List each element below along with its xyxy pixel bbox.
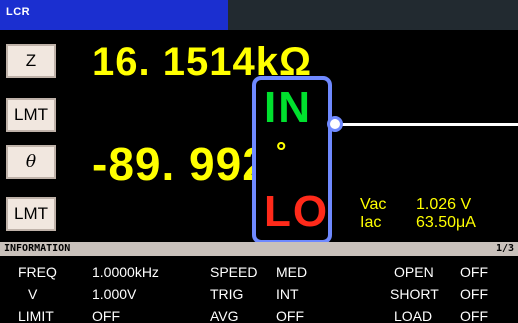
information-page-indicator[interactable]: 1/3	[496, 243, 514, 254]
info-value: INT	[276, 286, 299, 302]
info-label: AVG	[210, 308, 239, 323]
callout-line	[333, 123, 518, 126]
info-label: V	[28, 286, 38, 302]
param-z-button[interactable]: Z	[6, 44, 56, 78]
info-value: OFF	[276, 308, 304, 323]
title-bar-fill	[228, 0, 518, 30]
information-title: INFORMATION	[4, 243, 71, 254]
info-label: SHORT	[390, 286, 439, 302]
monitor-vac: Vac 1.026 V	[360, 196, 471, 214]
monitor-iac: Iac 63.50μA	[360, 214, 476, 232]
screen-title: LCR	[6, 6, 31, 18]
info-value: OFF	[460, 308, 488, 323]
limit-z-button[interactable]: LMT	[6, 98, 56, 132]
title-bar-accent	[0, 0, 228, 30]
info-label: LIMIT	[18, 308, 54, 323]
theta-unit: °	[276, 136, 287, 166]
info-value: OFF	[92, 308, 120, 323]
param-theta-button[interactable]: θ	[6, 145, 56, 179]
info-label: OPEN	[394, 264, 434, 280]
title-bar: LCR	[0, 0, 518, 30]
theta-value: -89. 992	[92, 138, 269, 190]
info-value: MED	[276, 264, 308, 280]
judgment-in-label: IN	[264, 83, 312, 132]
callout-dot-icon	[327, 116, 343, 132]
limit-theta-button[interactable]: LMT	[6, 197, 56, 231]
monitor-vac-label: Vac	[360, 196, 387, 213]
info-label: TRIG	[210, 286, 244, 302]
monitor-vac-value: 1.026 V	[416, 196, 472, 213]
info-value: OFF	[460, 286, 488, 302]
lcr-screen: LCR Z LMT θ LMT 16. 1514kΩ -89. 992 IN °…	[0, 0, 518, 323]
judgment-lo-label: LO	[264, 187, 330, 236]
info-label: LOAD	[394, 308, 433, 323]
information-panel: INFORMATION 1/3 FREQ 1.0000kHz SPEED MED…	[0, 242, 518, 323]
monitor-iac-label: Iac	[360, 214, 382, 231]
info-label: FREQ	[18, 264, 57, 280]
info-label: SPEED	[210, 264, 258, 280]
information-header: INFORMATION 1/3	[0, 242, 518, 256]
info-value: OFF	[460, 264, 488, 280]
info-value: 1.000V	[92, 286, 137, 302]
info-value: 1.0000kHz	[92, 264, 159, 280]
monitor-iac-value: 63.50μA	[416, 214, 476, 231]
